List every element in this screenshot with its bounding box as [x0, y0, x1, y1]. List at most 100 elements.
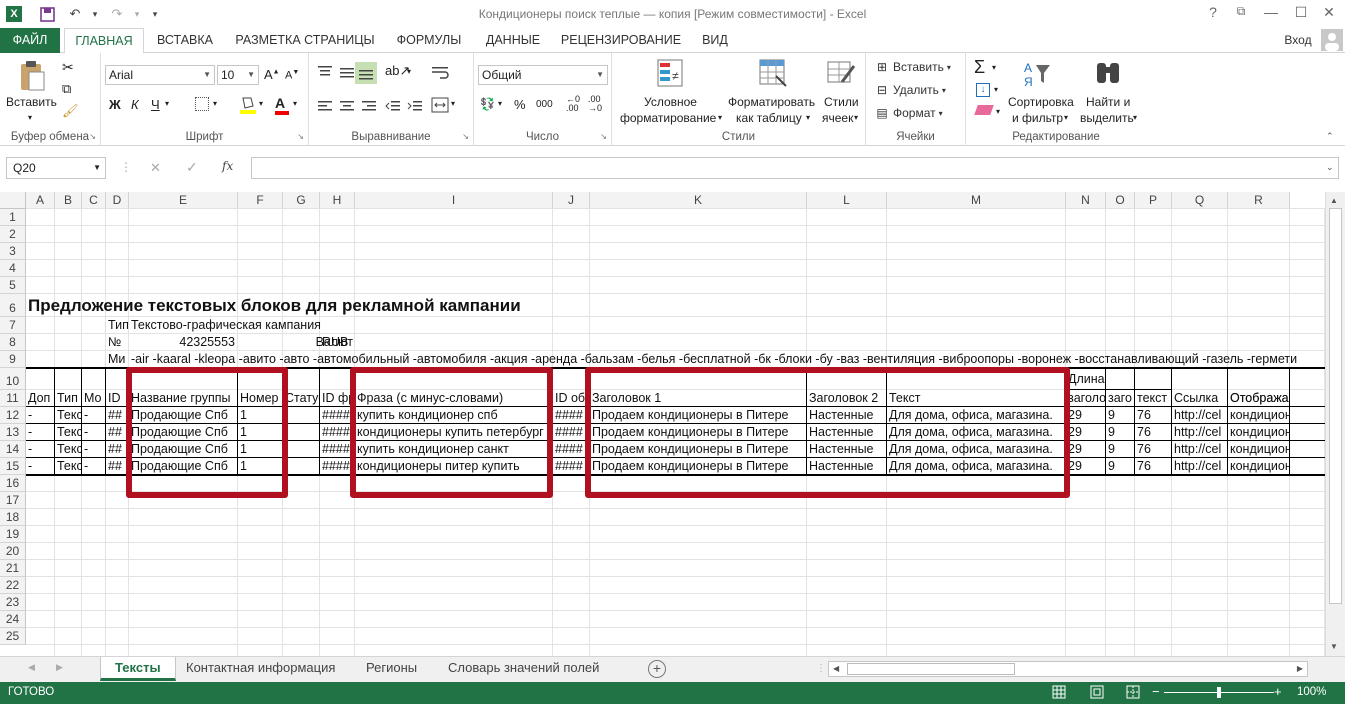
expand-formula-icon[interactable]: ⌄	[1326, 162, 1334, 173]
maximize-button[interactable]: ☐	[1289, 4, 1313, 24]
data-mobile[interactable]: -	[82, 424, 106, 441]
decrease-indent-icon[interactable]	[385, 99, 401, 116]
number-format-select[interactable]: Общий ▼	[478, 65, 608, 85]
row-header-13[interactable]: 13	[0, 424, 26, 441]
data-link[interactable]: http://cel	[1172, 424, 1228, 441]
tab-insert[interactable]: ВСТАВКА	[148, 28, 222, 53]
increase-decimal-icon[interactable]: ←0.00	[566, 95, 580, 113]
select-all-button[interactable]	[0, 192, 26, 209]
bold-button[interactable]: Ж	[109, 97, 121, 112]
data-type[interactable]: Текс	[55, 407, 82, 424]
zoom-in-button[interactable]: +	[1274, 684, 1282, 699]
data-additional[interactable]: -	[26, 424, 55, 441]
currency-icon[interactable]: 💱	[480, 97, 495, 111]
data-text-length[interactable]: 76	[1135, 441, 1172, 458]
header-status[interactable]: Статус	[283, 390, 320, 407]
scroll-down-icon[interactable]: ▼	[1330, 642, 1338, 651]
vertical-scroll-thumb[interactable]	[1329, 208, 1342, 604]
vertical-scrollbar[interactable]: ▲ ▼	[1325, 192, 1345, 656]
sheet-title[interactable]: Предложение текстовых блоков для рекламн…	[26, 294, 826, 317]
data-additional[interactable]: -	[26, 458, 55, 475]
underline-button[interactable]: Ч	[151, 97, 160, 112]
row-header-24[interactable]: 24	[0, 611, 26, 628]
cell-styles-label1[interactable]: Стили	[824, 95, 859, 109]
cell-styles-label2[interactable]: ячеек	[822, 111, 853, 125]
data-display-link[interactable]: кондицион	[1228, 424, 1290, 441]
cut-icon[interactable]: ✂	[62, 59, 74, 76]
sheet-tab-dictionary[interactable]: Словарь значений полей	[434, 657, 613, 681]
find-dropdown-icon[interactable]: ▾	[1133, 113, 1137, 122]
row-header-19[interactable]: 19	[0, 526, 26, 543]
data-heading2-length[interactable]: 9	[1106, 424, 1135, 441]
header-additional[interactable]: Доп	[26, 390, 55, 407]
row-header-10[interactable]: 10	[0, 368, 26, 390]
cell-styles-dropdown-icon[interactable]: ▾	[854, 113, 858, 122]
header-heading2-length[interactable]: заго	[1106, 390, 1135, 407]
tab-page-layout[interactable]: РАЗМЕТКА СТРАНИЦЫ	[230, 28, 380, 53]
campaign-number-value[interactable]: 42325553	[129, 334, 238, 351]
tab-home[interactable]: ГЛАВНАЯ	[64, 28, 144, 54]
align-top-icon[interactable]	[317, 65, 333, 82]
worksheet-grid[interactable]: ABCDEFGHIJKLMNOPQR 1 2 3 4 5 6 7 8 9 10 11 12 13 14 15…	[0, 192, 1325, 656]
clear-dropdown-icon[interactable]: ▾	[996, 107, 1000, 116]
minus-words-label[interactable]: Ми	[106, 351, 129, 368]
row-header-14[interactable]: 14	[0, 441, 26, 458]
align-left-icon[interactable]	[317, 99, 333, 116]
dialog-launcher-icon[interactable]: ↘	[89, 132, 96, 141]
row-header-3[interactable]: 3	[0, 243, 26, 260]
page-layout-view-icon[interactable]	[1090, 685, 1104, 702]
data-type[interactable]: Текс	[55, 458, 82, 475]
column-header-c[interactable]: C	[82, 192, 106, 209]
data-heading-length[interactable]: 29	[1066, 458, 1106, 475]
row-header-5[interactable]: 5	[0, 277, 26, 294]
row-header-18[interactable]: 18	[0, 509, 26, 526]
column-header-e[interactable]: E	[129, 192, 238, 209]
minus-words-value[interactable]: -air -kaaral -kleopa -авито -авто -автом…	[129, 351, 1325, 368]
row-header-20[interactable]: 20	[0, 543, 26, 560]
column-header-f[interactable]: F	[238, 192, 283, 209]
column-header-a[interactable]: A	[26, 192, 55, 209]
row-header-23[interactable]: 23	[0, 594, 26, 611]
column-header-d[interactable]: D	[106, 192, 129, 209]
header-display-link[interactable]: Отобража	[1228, 390, 1290, 407]
conditional-format-label1[interactable]: Условное	[644, 95, 697, 109]
column-header-o[interactable]: O	[1106, 192, 1135, 209]
insert-function-icon[interactable]: fx	[222, 159, 233, 173]
data-link[interactable]: http://cel	[1172, 458, 1228, 475]
help-icon[interactable]: ?	[1201, 4, 1225, 24]
insert-cells-button[interactable]: ⊞ Вставить ▾	[874, 60, 951, 74]
fill-icon[interactable]: ↓	[976, 83, 990, 97]
row-header-7[interactable]: 7	[0, 317, 26, 334]
conditional-dropdown-icon[interactable]: ▾	[718, 113, 722, 122]
font-color-icon[interactable]: A	[275, 95, 289, 115]
row-header-15[interactable]: 15	[0, 458, 26, 475]
paste-button[interactable]: Вставить	[6, 95, 57, 109]
header-type[interactable]: Тип	[55, 390, 82, 407]
data-type[interactable]: Текс	[55, 441, 82, 458]
format-cells-button[interactable]: ▤ Формат ▾	[874, 106, 942, 120]
format-painter-icon[interactable]: 🖌	[62, 103, 79, 119]
row-header-21[interactable]: 21	[0, 560, 26, 577]
campaign-type-label[interactable]: Тип	[106, 317, 129, 334]
column-header-b[interactable]: B	[55, 192, 82, 209]
align-right-icon[interactable]	[361, 99, 377, 116]
data-heading2-length[interactable]: 9	[1106, 407, 1135, 424]
data-text-length[interactable]: 76	[1135, 458, 1172, 475]
underline-dropdown-icon[interactable]: ▾	[165, 99, 169, 108]
scroll-right-icon[interactable]: ▶	[1297, 664, 1303, 673]
collapse-ribbon-icon[interactable]: ⌃	[1326, 131, 1334, 142]
sheet-tab-texts[interactable]: Тексты	[100, 657, 176, 681]
format-table-label1[interactable]: Форматировать	[728, 95, 815, 109]
length-header[interactable]: Длина	[1066, 368, 1172, 390]
autosum-icon[interactable]: Σ	[974, 57, 985, 78]
thousands-button[interactable]: 000	[536, 99, 553, 110]
font-size-select[interactable]: 10 ▼	[217, 65, 259, 85]
campaign-type-value[interactable]: Текстово-графическая кампания	[129, 317, 529, 334]
column-header-p[interactable]: P	[1135, 192, 1172, 209]
currency-value[interactable]: RUB	[320, 334, 355, 351]
copy-icon[interactable]: ⧉	[62, 81, 71, 97]
font-name-select[interactable]: Arial ▼	[105, 65, 215, 85]
conditional-format-label2[interactable]: форматирование	[620, 111, 716, 125]
decrease-decimal-icon[interactable]: .00 →0	[588, 95, 602, 113]
tab-formulas[interactable]: ФОРМУЛЫ	[388, 28, 470, 53]
